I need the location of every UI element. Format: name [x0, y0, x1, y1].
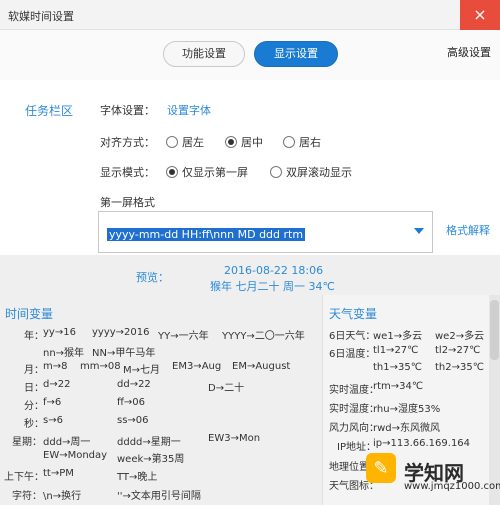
radio-label: 仅显示第一屏 — [182, 166, 248, 179]
var-label: 实时湿度： — [329, 404, 379, 415]
format-value: yyyy-mm-dd HH:ff\nnn MD ddd rtm — [107, 228, 306, 241]
var-item: dddd→星期一 — [117, 437, 181, 448]
var-item: d→22 — [43, 379, 71, 390]
var-item: D→二十 — [208, 383, 245, 394]
var-item: EM3→Aug — [172, 361, 222, 372]
var-item: EM→August — [232, 361, 291, 372]
var-item: ss→06 — [117, 415, 149, 426]
var-item: EW3→Mon — [208, 433, 261, 444]
first-screen-format-select[interactable]: yyyy-mm-dd HH:ff\nnn MD ddd rtm — [98, 211, 433, 253]
single-screen-radio[interactable]: 仅显示第一屏 — [166, 164, 248, 180]
var-item: rhu→湿度53% — [373, 404, 441, 415]
var-item: ''→文本用引号间隔 — [117, 491, 201, 502]
var-item: f→6 — [43, 397, 62, 408]
var-item: YY→一六年 — [158, 331, 209, 342]
var-item: we1→多云 — [373, 331, 423, 342]
time-vars-title: 时间变量 — [5, 307, 54, 321]
preview-line-1: 2016-08-22 18:06 — [224, 264, 324, 277]
watermark-url: www.jmqz1000.com — [404, 481, 500, 492]
align-right-radio[interactable]: 居右 — [283, 134, 321, 150]
set-font-link[interactable]: 设置字体 — [167, 102, 211, 118]
window-title: 软媒时间设置 — [8, 10, 74, 23]
var-label: 上下午： — [4, 472, 44, 483]
var-item: th2→35℃ — [435, 362, 484, 373]
var-label: 字符： — [12, 491, 42, 502]
var-item: dd→22 — [117, 379, 151, 390]
format-help-link[interactable]: 格式解释 — [446, 222, 490, 238]
font-setting-label: 字体设置： — [100, 104, 155, 117]
var-item: tt→PM — [43, 468, 74, 479]
section-taskbar-label: 任务栏区 — [25, 104, 74, 118]
radio-circle — [166, 136, 178, 148]
align-label: 对齐方式： — [100, 136, 155, 149]
var-item: th1→35℃ — [373, 362, 422, 373]
radio-circle-checked — [225, 136, 237, 148]
preview-line-2: 猴年 七月二十 周一 34℃ — [210, 280, 335, 293]
var-label: 日： — [24, 383, 44, 394]
var-item: m→8 — [43, 361, 68, 372]
var-item: NN→甲午马年 — [92, 348, 156, 359]
weather-vars-title: 天气变量 — [329, 307, 378, 321]
var-item: TT→晚上 — [117, 472, 158, 483]
close-button[interactable]: × — [460, 0, 500, 30]
var-item: tl1→27℃ — [373, 345, 419, 356]
align-center-radio[interactable]: 居中 — [225, 134, 263, 150]
watermark-logo: ✎ 学知网 www.jmqz1000.com — [360, 447, 500, 505]
time-variables-panel: 时间变量 年： yy→16 yyyy→2016 YY→一六年 YYYY→二〇一六… — [0, 295, 322, 505]
var-item: week→第35周 — [117, 454, 185, 465]
var-item: rtm→34℃ — [373, 381, 424, 392]
var-label: 实时温度： — [329, 385, 379, 396]
var-item: YYYY→二〇一六年 — [222, 331, 305, 342]
radio-circle — [283, 136, 295, 148]
var-label: 6日天气： — [329, 331, 376, 342]
var-label: 风力风向： — [329, 423, 379, 434]
radio-label: 居左 — [182, 136, 204, 149]
tab-display-settings[interactable]: 显示设置 — [254, 41, 338, 67]
var-item: s→6 — [43, 415, 63, 426]
chevron-down-icon[interactable] — [414, 228, 424, 234]
var-item: tl2→27℃ — [435, 345, 481, 356]
var-item: EW→Monday — [43, 450, 108, 461]
var-label: 分： — [24, 401, 44, 412]
var-item: we2→多云 — [435, 331, 485, 342]
first-screen-format-label: 第一屏格式 — [100, 196, 155, 209]
var-item: rwd→东风微风 — [373, 423, 441, 434]
scrollbar-thumb[interactable] — [490, 300, 499, 360]
tab-advanced-settings[interactable]: 高级设置 — [438, 41, 500, 67]
var-item: mm→08 — [80, 361, 121, 372]
tab-function-settings[interactable]: 功能设置 — [163, 41, 245, 67]
var-item: yyyy→2016 — [92, 327, 150, 338]
var-item: nn→猴年 — [43, 348, 85, 359]
var-label: 6日温度： — [329, 349, 376, 360]
radio-label: 双屏滚动显示 — [286, 166, 352, 179]
dual-screen-radio[interactable]: 双屏滚动显示 — [270, 164, 352, 180]
radio-label: 居右 — [299, 136, 321, 149]
var-label: 月： — [24, 365, 44, 376]
watermark-badge-icon: ✎ — [366, 453, 396, 483]
radio-label: 居中 — [241, 136, 263, 149]
var-item: ddd→周一 — [43, 437, 91, 448]
radio-circle-checked — [166, 166, 178, 178]
preview-label: 预览： — [136, 271, 169, 284]
align-left-radio[interactable]: 居左 — [166, 134, 204, 150]
var-item: yy→16 — [43, 327, 76, 338]
var-label: 星期： — [12, 437, 42, 448]
var-item: \n→换行 — [43, 491, 82, 502]
var-item: ff→06 — [117, 397, 145, 408]
title-bar: 软媒时间设置 × — [0, 0, 500, 30]
var-item: M→七月 — [123, 365, 161, 376]
tab-bar: 功能设置 显示设置 高级设置 — [0, 30, 500, 80]
radio-circle — [270, 166, 282, 178]
var-label: 年： — [24, 331, 44, 342]
display-mode-label: 显示模式： — [100, 166, 155, 179]
var-label: 秒： — [24, 419, 44, 430]
